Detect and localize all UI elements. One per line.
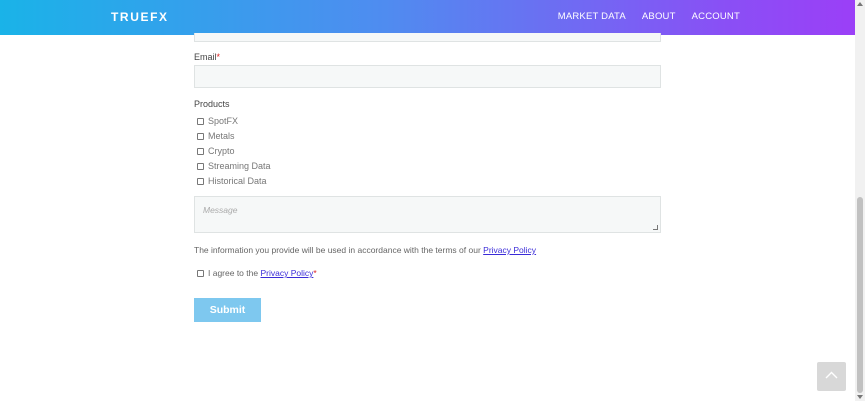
page-scrollbar[interactable] xyxy=(855,0,865,401)
menu-item-about[interactable]: ABOUT xyxy=(642,11,676,22)
resize-handle-icon[interactable] xyxy=(653,225,658,230)
message-textarea[interactable]: Message xyxy=(194,196,661,233)
product-option-crypto[interactable]: Crypto xyxy=(197,146,235,156)
scrollbar-thumb[interactable] xyxy=(857,197,863,393)
truefx-logo[interactable]: TRUEFX xyxy=(111,10,169,24)
agree-required-mark: * xyxy=(313,268,317,278)
agree-text: I agree to the xyxy=(208,268,259,278)
streaming-data-label: Streaming Data xyxy=(208,161,271,171)
back-to-top-button[interactable] xyxy=(817,362,846,391)
product-option-metals[interactable]: Metals xyxy=(197,131,235,141)
historical-data-checkbox[interactable] xyxy=(197,177,204,185)
products-label: Products xyxy=(194,99,230,109)
privacy-info-text: The information you provide will be used… xyxy=(194,245,536,255)
metals-checkbox[interactable] xyxy=(197,132,204,140)
agree-checkbox[interactable] xyxy=(197,269,204,277)
main-menu: MARKET DATA ABOUT ACCOUNT xyxy=(558,11,740,22)
crypto-checkbox[interactable] xyxy=(197,147,204,155)
menu-item-market-data[interactable]: MARKET DATA xyxy=(558,11,626,22)
metals-label: Metals xyxy=(208,131,235,141)
product-option-historical-data[interactable]: Historical Data xyxy=(197,176,267,186)
privacy-info-sentence: The information you provide will be used… xyxy=(194,245,484,255)
scroll-up-icon[interactable] xyxy=(857,2,863,6)
email-label: Email* xyxy=(194,52,220,62)
message-placeholder: Message xyxy=(203,205,238,215)
crypto-label: Crypto xyxy=(208,146,235,156)
streaming-data-checkbox[interactable] xyxy=(197,162,204,170)
required-mark: * xyxy=(216,52,221,62)
top-navbar: TRUEFX MARKET DATA ABOUT ACCOUNT xyxy=(0,0,855,35)
agree-privacy-policy-link[interactable]: Privacy Policy xyxy=(260,268,313,278)
scroll-down-icon[interactable] xyxy=(857,395,863,399)
menu-item-account[interactable]: ACCOUNT xyxy=(692,11,740,22)
spotfx-checkbox[interactable] xyxy=(197,117,204,125)
previous-field-input[interactable] xyxy=(194,33,661,42)
email-field[interactable] xyxy=(194,65,661,88)
spotfx-label: SpotFX xyxy=(208,116,239,126)
email-label-text: Email xyxy=(194,52,217,62)
agree-privacy-row[interactable]: I agree to the Privacy Policy * xyxy=(197,268,317,278)
privacy-policy-link[interactable]: Privacy Policy xyxy=(483,245,536,255)
product-option-spotfx[interactable]: SpotFX xyxy=(197,116,238,126)
chevron-up-icon xyxy=(825,371,838,379)
submit-button[interactable]: Submit xyxy=(194,298,261,322)
product-option-streaming-data[interactable]: Streaming Data xyxy=(197,161,271,171)
historical-data-label: Historical Data xyxy=(208,176,267,186)
